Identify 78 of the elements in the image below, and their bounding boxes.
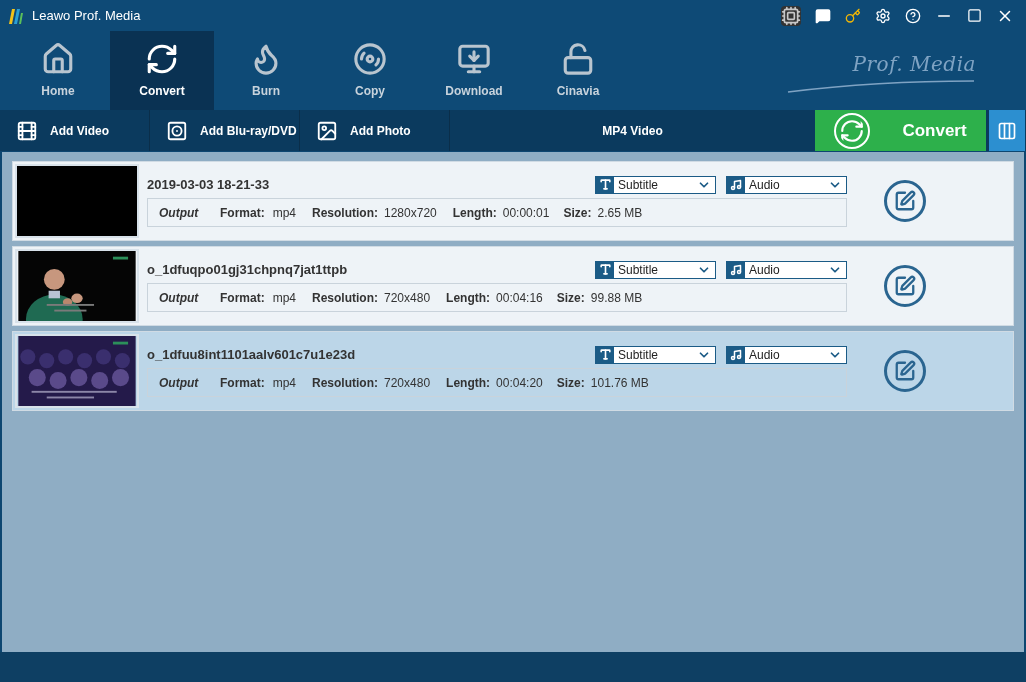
nav-tab[interactable]: Copy <box>318 31 422 110</box>
file-row[interactable]: o_1dfuu8int1101aalv601c7u1e23d Subtitle Audio Output Format: mp4 Resolution: 720x480 Length: 00:04:20 Size: 101.76 MB <box>12 331 1014 411</box>
size-label: Size: <box>563 204 592 222</box>
music-note-icon <box>730 263 742 276</box>
file-name: 2019-03-03 18-21-33 <box>147 175 270 194</box>
settings-icon[interactable] <box>875 7 891 24</box>
file-row[interactable]: o_1dfuqpo01gj31chpnq7jat1ttpb Subtitle Audio Output Format: mp4 Resolution: 720x480 Length: 00:04:16 Size: 99.88 MB <box>12 246 1014 326</box>
feedback-icon[interactable] <box>815 7 831 24</box>
size-label: Size: <box>556 289 585 307</box>
letter-icon <box>598 263 612 276</box>
letter-icon <box>598 178 612 191</box>
help-icon[interactable] <box>905 7 921 24</box>
format-value: mp4 <box>272 374 296 392</box>
format-label: Format: <box>220 204 265 222</box>
panels-icon <box>997 120 1017 141</box>
key-icon[interactable] <box>845 7 861 24</box>
format-label: Format: <box>220 374 265 392</box>
resolution-value: 1280x720 <box>384 204 437 222</box>
file-name: o_1dfuqpo01gj31chpnq7jat1ttpb <box>147 260 348 279</box>
edit-button[interactable] <box>884 350 926 392</box>
maximize-icon[interactable] <box>967 8 982 23</box>
output-label: Output <box>159 204 200 222</box>
music-note-icon <box>730 348 742 361</box>
size-label: Size: <box>556 374 585 392</box>
nav-tab[interactable]: Cinavia <box>526 31 630 110</box>
format-value: mp4 <box>272 204 296 222</box>
nav-tab[interactable]: Convert <box>110 31 214 110</box>
layout-toggle-button[interactable] <box>989 110 1025 151</box>
subtitle-dropdown[interactable]: Subtitle <box>595 175 716 194</box>
resolution-label: Resolution: <box>312 289 378 307</box>
size-value: 101.76 MB <box>590 374 649 392</box>
window-title: Leawo Prof. Media <box>32 6 141 25</box>
edit-button[interactable] <box>884 180 926 222</box>
resolution-value: 720x480 <box>384 289 431 307</box>
nav-tab[interactable]: Burn <box>214 31 318 110</box>
audio-dropdown[interactable]: Audio <box>726 260 847 279</box>
image-icon <box>316 119 338 142</box>
format-value: mp4 <box>272 289 296 307</box>
output-label: Output <box>159 374 200 392</box>
app-logo-icon <box>8 6 24 25</box>
size-value: 2.65 MB <box>597 204 643 222</box>
format-label: Format: <box>220 289 265 307</box>
file-name: o_1dfuu8int1101aalv601c7u1e23d <box>147 345 356 364</box>
profile-dropdown[interactable]: MP4 Video <box>450 110 815 151</box>
length-value: 00:04:20 <box>496 374 543 392</box>
length-value: 00:04:16 <box>496 289 543 307</box>
length-value: 00:00:01 <box>502 204 550 222</box>
house-icon <box>41 41 75 76</box>
output-label: Output <box>159 289 200 307</box>
toolbar-button[interactable]: Add Video <box>0 110 150 151</box>
length-label: Length: <box>446 289 491 307</box>
chip-icon[interactable] <box>781 5 801 26</box>
resolution-label: Resolution: <box>312 374 378 392</box>
edit-icon <box>894 360 916 382</box>
resolution-label: Resolution: <box>312 204 378 222</box>
subtitle-dropdown[interactable]: Subtitle <box>595 260 716 279</box>
length-label: Length: <box>452 204 497 222</box>
length-label: Length: <box>446 374 491 392</box>
unlocked-padlock-icon <box>561 41 595 76</box>
music-note-icon <box>730 178 742 191</box>
audio-dropdown[interactable]: Audio <box>726 345 847 364</box>
edit-icon <box>894 190 916 212</box>
refresh-icon <box>834 112 871 149</box>
nav-tab[interactable]: Download <box>422 31 526 110</box>
edit-button[interactable] <box>884 265 926 307</box>
edit-icon <box>894 275 916 297</box>
nav-tab[interactable]: Home <box>6 31 110 110</box>
toolbar-button[interactable]: Add Photo <box>300 110 450 151</box>
disc-icon <box>353 41 387 76</box>
resolution-value: 720x480 <box>384 374 431 392</box>
size-value: 99.88 MB <box>590 289 643 307</box>
logo-text: Prof. Media <box>852 50 976 78</box>
film-icon <box>16 119 38 142</box>
audio-dropdown[interactable]: Audio <box>726 175 847 194</box>
toolbar-button[interactable]: Add Blu-ray/DVD <box>150 110 300 151</box>
letter-icon <box>598 348 612 361</box>
file-row[interactable]: 2019-03-03 18-21-33 Subtitle Audio Output Format: mp4 Resolution: 1280x720 Length: 00:00:01 Size: 2.65 MB <box>12 161 1014 241</box>
subtitle-dropdown[interactable]: Subtitle <box>595 345 716 364</box>
